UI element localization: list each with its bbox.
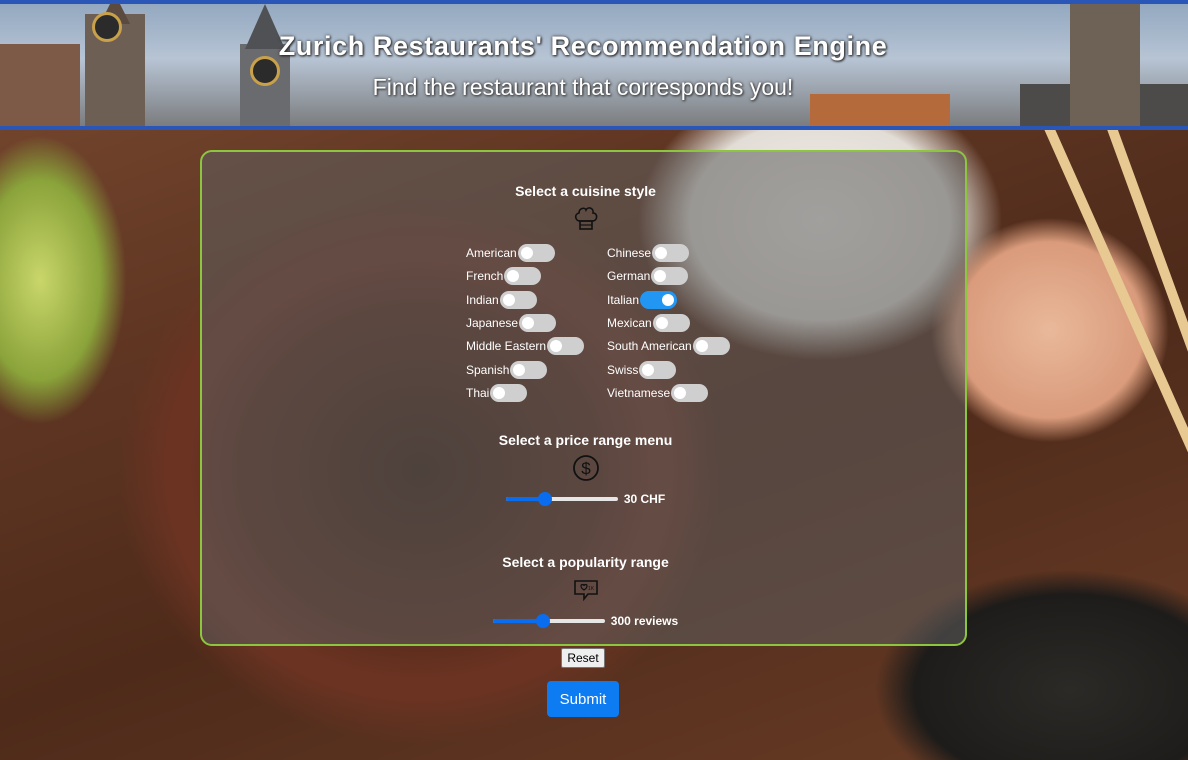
cuisine-option-german[interactable]: German xyxy=(607,267,689,286)
cuisine-option-label: Thai xyxy=(466,385,490,400)
cuisine-toggle-switch[interactable] xyxy=(692,337,730,356)
cuisine-option-vietnamese[interactable]: Vietnamese xyxy=(607,383,709,402)
reset-button[interactable]: Reset xyxy=(561,648,605,668)
price-section-title: Select a price range menu xyxy=(498,432,673,448)
cuisine-option-label: Italian xyxy=(607,292,640,307)
page-title: Zurich Restaurants' Recommendation Engin… xyxy=(278,31,888,61)
cuisine-toggle-switch[interactable] xyxy=(640,290,678,309)
svg-text:1K: 1K xyxy=(587,586,594,592)
cuisine-toggle-switch[interactable] xyxy=(651,267,689,286)
cuisine-option-mexican[interactable]: Mexican xyxy=(607,313,690,332)
cuisine-option-label: Spanish xyxy=(466,362,510,377)
popularity-slider-row: 300 reviews xyxy=(202,614,969,628)
price-slider-thumb[interactable] xyxy=(538,492,553,506)
cuisine-toggle-switch[interactable] xyxy=(652,244,690,262)
dollar-circle-icon: $ xyxy=(202,454,969,482)
cuisine-option-label: Swiss xyxy=(607,362,639,377)
cuisine-option-swiss[interactable]: Swiss xyxy=(607,360,677,379)
cuisine-option-label: Middle Eastern xyxy=(466,339,547,354)
price-value: 30 CHF xyxy=(623,492,666,506)
cuisine-option-thai[interactable]: Thai xyxy=(466,383,528,402)
cuisine-option-indian[interactable]: Indian xyxy=(466,290,537,309)
cuisine-option-japanese[interactable]: Japanese xyxy=(466,313,557,332)
cuisine-option-spanish[interactable]: Spanish xyxy=(466,360,548,379)
cuisine-option-italian[interactable]: Italian xyxy=(607,290,678,309)
cuisine-option-chinese[interactable]: Chinese xyxy=(607,244,690,262)
cuisine-option-label: South American xyxy=(607,339,692,354)
cuisine-toggle-switch[interactable] xyxy=(671,383,709,402)
building xyxy=(1070,4,1140,126)
cuisine-toggle-switch[interactable] xyxy=(517,244,555,262)
cuisine-toggle-switch[interactable] xyxy=(504,267,542,286)
cuisine-option-french[interactable]: French xyxy=(466,267,542,286)
cuisine-toggle-switch[interactable] xyxy=(639,360,677,379)
cuisine-option-label: Mexican xyxy=(607,315,652,330)
svg-text:$: $ xyxy=(581,459,591,478)
cuisine-toggle-switch[interactable] xyxy=(490,383,528,402)
price-slider[interactable] xyxy=(505,492,618,506)
heart-chat-icon: 1K xyxy=(202,578,969,602)
cuisine-option-label: Indian xyxy=(466,292,499,307)
cuisine-option-label: French xyxy=(466,269,504,284)
cuisine-option-label: Chinese xyxy=(607,246,652,260)
filter-panel: Select a cuisine style American Chinese Fr… xyxy=(200,150,967,646)
popularity-section-title: Select a popularity range xyxy=(502,554,669,570)
cuisine-option-south-american[interactable]: South American xyxy=(607,337,730,356)
cuisine-toggle-switch[interactable] xyxy=(652,313,690,332)
popularity-slider-thumb[interactable] xyxy=(536,614,551,628)
price-slider-row: 30 CHF xyxy=(202,492,969,506)
popularity-value: 300 reviews xyxy=(610,614,679,628)
page-subtitle: Find the restaurant that corresponds you… xyxy=(372,74,794,100)
cuisine-option-middle-eastern[interactable]: Middle Eastern xyxy=(466,337,585,356)
submit-button[interactable]: Submit xyxy=(547,681,619,717)
cuisine-option-american[interactable]: American xyxy=(466,244,555,262)
cuisine-toggle-switch[interactable] xyxy=(510,360,548,379)
cuisine-option-label: Vietnamese xyxy=(607,385,671,400)
cuisine-option-label: German xyxy=(607,269,651,284)
chef-hat-icon xyxy=(202,205,969,233)
cuisine-toggle-switch[interactable] xyxy=(499,290,537,309)
cuisine-option-label: American xyxy=(466,246,517,260)
cuisine-toggle-switch[interactable] xyxy=(547,337,585,356)
header-banner: Zurich Restaurants' Recommendation Engin… xyxy=(0,0,1188,130)
cuisine-toggle-switch[interactable] xyxy=(519,313,557,332)
popularity-slider[interactable] xyxy=(492,614,605,628)
cuisine-section-title: Select a cuisine style xyxy=(515,183,656,199)
cuisine-option-label: Japanese xyxy=(466,315,519,330)
